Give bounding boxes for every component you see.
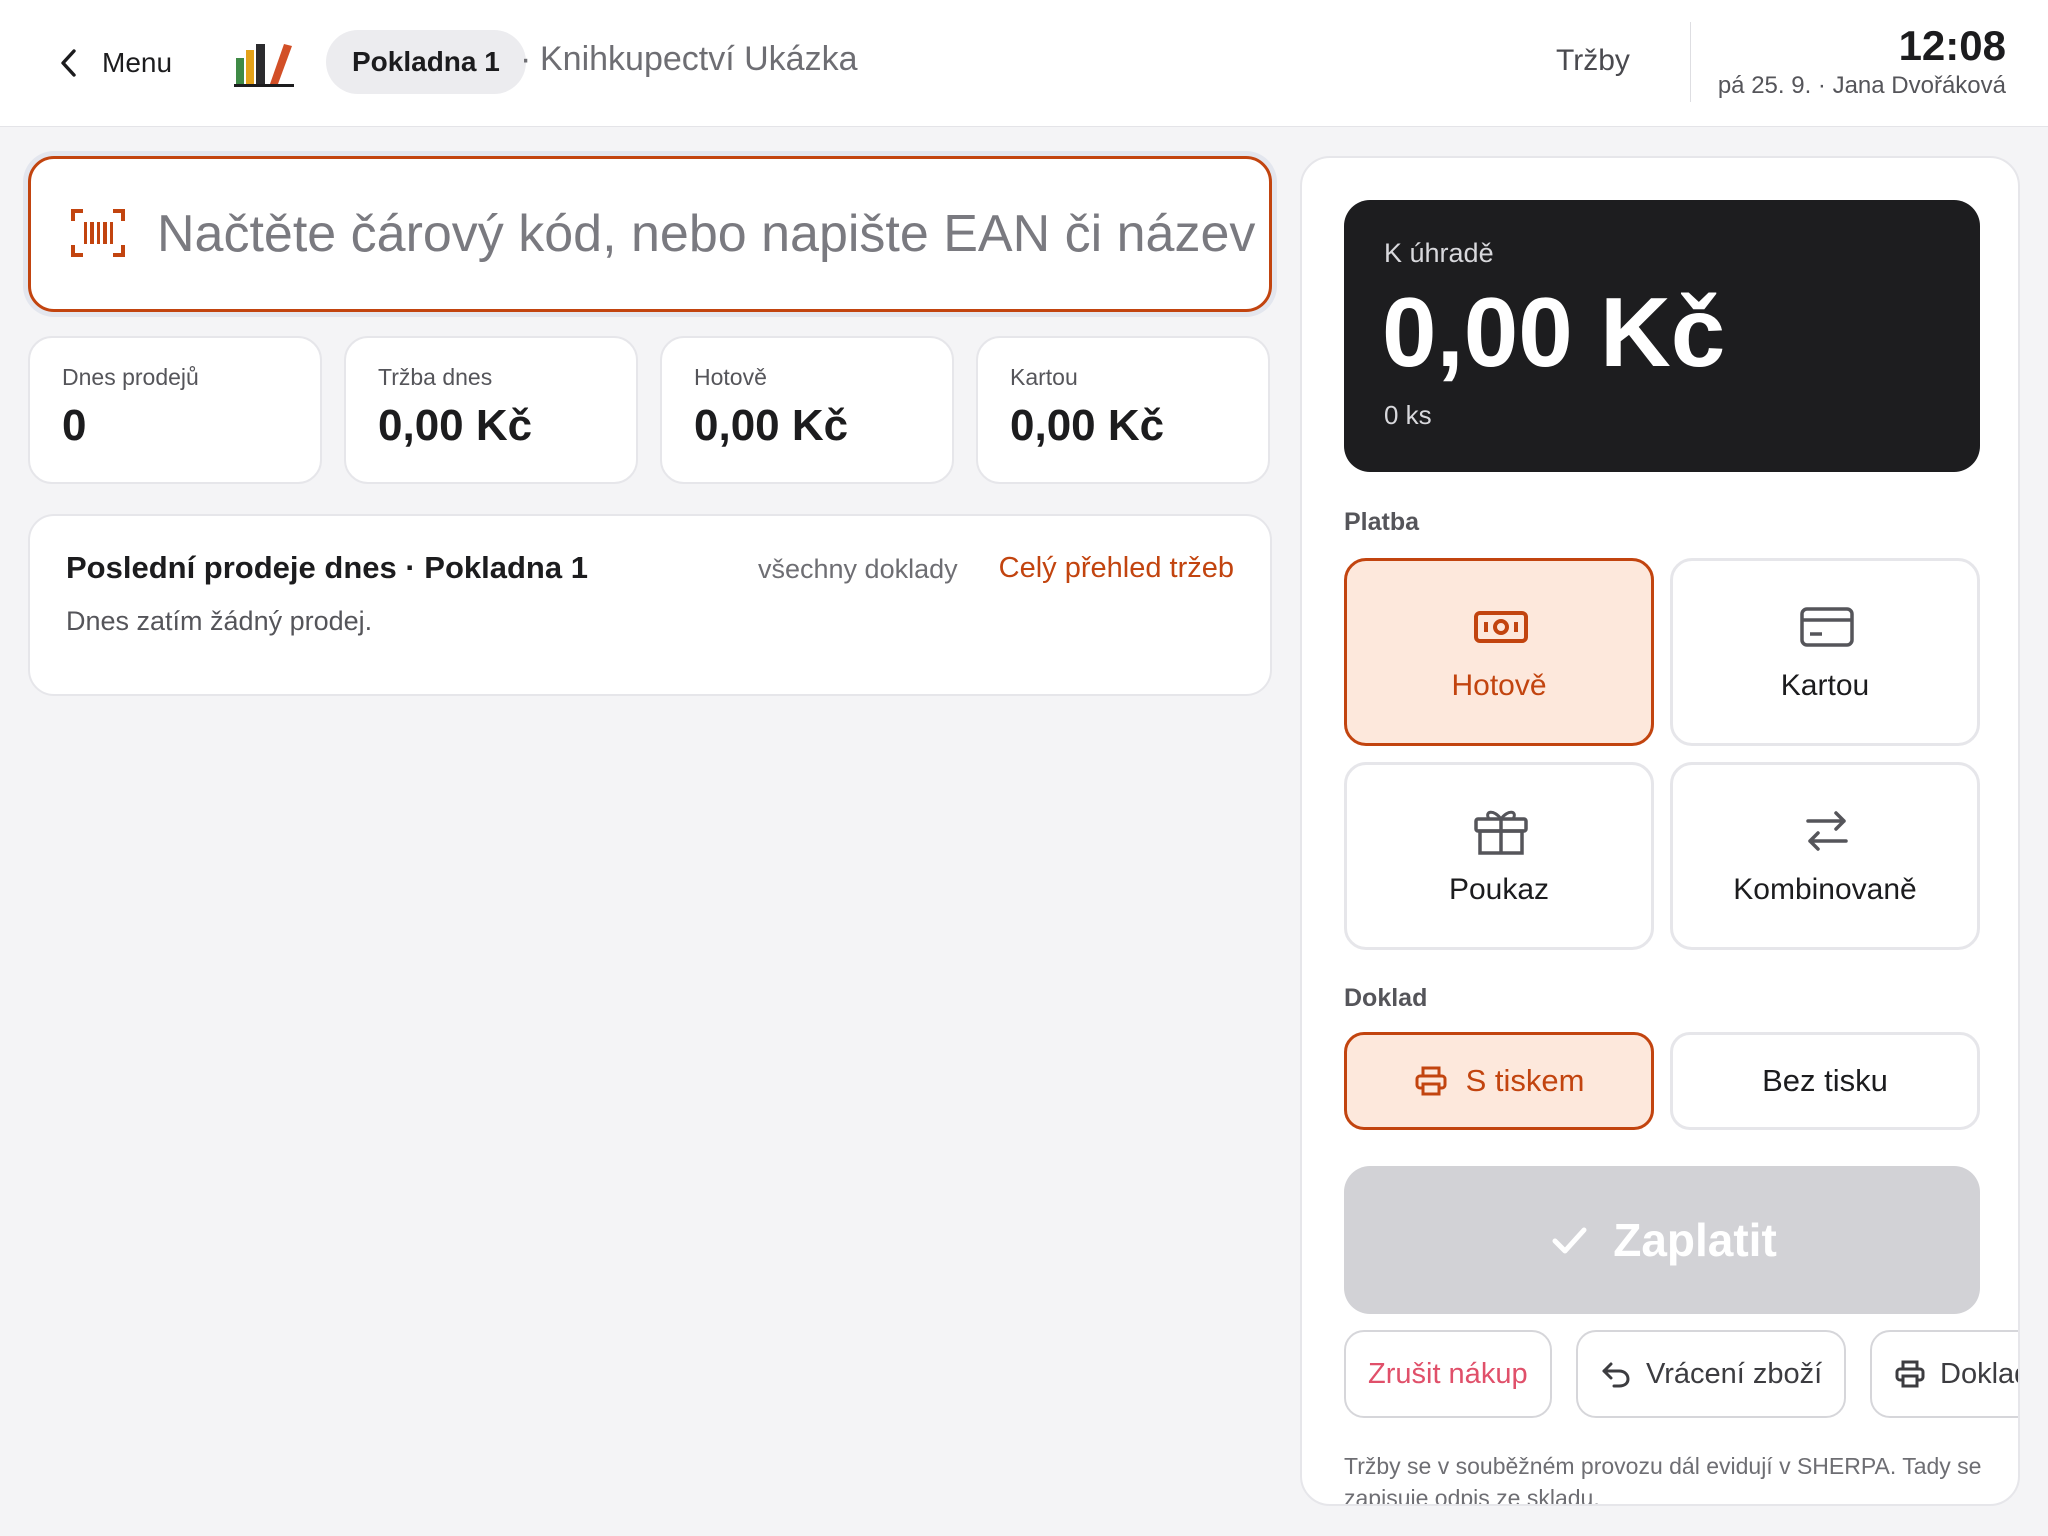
pay-button[interactable]: Zaplatit <box>1344 1166 1980 1314</box>
undo-icon <box>1602 1362 1630 1388</box>
bookshelf-logo-icon <box>234 44 294 87</box>
receipt-option-label: Bez tisku <box>1762 1063 1888 1098</box>
check-icon <box>1552 1227 1587 1254</box>
pay-button-label: Zaplatit <box>1613 1214 1777 1266</box>
payment-cash-button[interactable]: Hotově <box>1344 558 1654 746</box>
revenue-link[interactable]: Tržby <box>1556 44 1630 78</box>
header-separator: · <box>520 40 532 78</box>
amount-due-card: K úhradě 0,00 Kč 0 ks <box>1344 200 1980 472</box>
payment-method-label: Hotově <box>1451 669 1547 702</box>
recent-sales-title: Poslední prodeje dnes · Pokladna 1 <box>66 550 588 585</box>
stat-revenue-today: Tržba dnes 0,00 Kč <box>344 336 638 484</box>
card-icon <box>1800 607 1854 647</box>
action-label: Doklad <box>1940 1357 2018 1390</box>
stat-label: Tržba dnes <box>378 364 493 390</box>
receipt-option-label: S tiskem <box>1465 1063 1585 1098</box>
receipt-print-button[interactable]: S tiskem <box>1344 1032 1654 1130</box>
menu-back-button[interactable]: Menu <box>56 38 172 88</box>
chevron-left-icon <box>61 49 76 77</box>
all-receipts-link[interactable]: všechny doklady <box>758 554 958 585</box>
clock: 12:08 <box>1898 22 2006 69</box>
payment-method-label: Poukaz <box>1448 873 1550 906</box>
stat-value: 0,00 Kč <box>378 401 533 450</box>
swap-icon <box>1806 811 1848 851</box>
top-bar: Menu Pokladna 1 · Knihkupectví Ukázka Tr… <box>0 0 2048 127</box>
receipt-section-label: Doklad <box>1344 984 1428 1012</box>
stat-value: 0 <box>62 401 87 450</box>
gift-icon <box>1474 810 1528 855</box>
footnote: Tržby se v souběžném provozu dál evidují… <box>1344 1453 1982 1506</box>
recent-sales-card: Poslední prodeje dnes · Pokladna 1 všech… <box>28 514 1272 696</box>
payment-voucher-button[interactable]: Poukaz <box>1344 762 1654 950</box>
header-divider <box>1690 22 1691 102</box>
amount-due-label: K úhradě <box>1384 238 1494 268</box>
stat-card: Kartou 0,00 Kč <box>976 336 1270 484</box>
stat-label: Dnes prodejů <box>62 364 199 390</box>
menu-label: Menu <box>102 47 173 78</box>
cash-icon <box>1474 611 1528 643</box>
return-goods-button[interactable]: Vrácení zboží <box>1576 1330 1847 1418</box>
revenue-overview-link[interactable]: Celý přehled tržeb <box>999 552 1234 585</box>
stat-value: 0,00 Kč <box>694 401 849 450</box>
stat-value: 0,00 Kč <box>1010 401 1165 450</box>
reprint-receipt-button[interactable]: Doklad <box>1870 1330 2018 1418</box>
payment-method-label: Kartou <box>1780 669 1870 702</box>
stat-label: Hotově <box>694 364 767 390</box>
printer-icon <box>1415 1066 1447 1096</box>
stat-cash: Hotově 0,00 Kč <box>660 336 954 484</box>
receipt-no-print-button[interactable]: Bez tisku <box>1670 1032 1980 1130</box>
search-input[interactable] <box>157 189 1269 279</box>
payment-card-button[interactable]: Kartou <box>1670 558 1980 746</box>
barcode-search[interactable] <box>28 156 1272 312</box>
barcode-scan-icon <box>71 209 125 257</box>
payment-combined-button[interactable]: Kombinovaně <box>1670 762 1980 950</box>
action-label: Zrušit nákup <box>1368 1357 1528 1390</box>
recent-sales-empty: Dnes zatím žádný prodej. <box>66 606 373 636</box>
payment-method-label: Kombinovaně <box>1733 873 1917 906</box>
printer-icon <box>1895 1360 1925 1388</box>
store-name: Knihkupectví Ukázka <box>540 40 858 78</box>
checkout-panel: K úhradě 0,00 Kč 0 ks Platba Hotově Kart… <box>1300 156 2020 1506</box>
item-count: 0 ks <box>1384 400 1432 430</box>
amount-due-value: 0,00 Kč <box>1382 277 1726 387</box>
stat-sales-count: Dnes prodejů 0 <box>28 336 322 484</box>
stat-label: Kartou <box>1010 364 1078 390</box>
payment-section-label: Platba <box>1344 508 1420 536</box>
register-pill[interactable]: Pokladna 1 <box>326 30 526 94</box>
cancel-purchase-button[interactable]: Zrušit nákup <box>1344 1330 1552 1418</box>
register-name: Pokladna 1 <box>352 46 500 77</box>
date-user: pá 25. 9. · Jana Dvořáková <box>1717 72 2006 99</box>
action-label: Vrácení zboží <box>1646 1357 1823 1390</box>
